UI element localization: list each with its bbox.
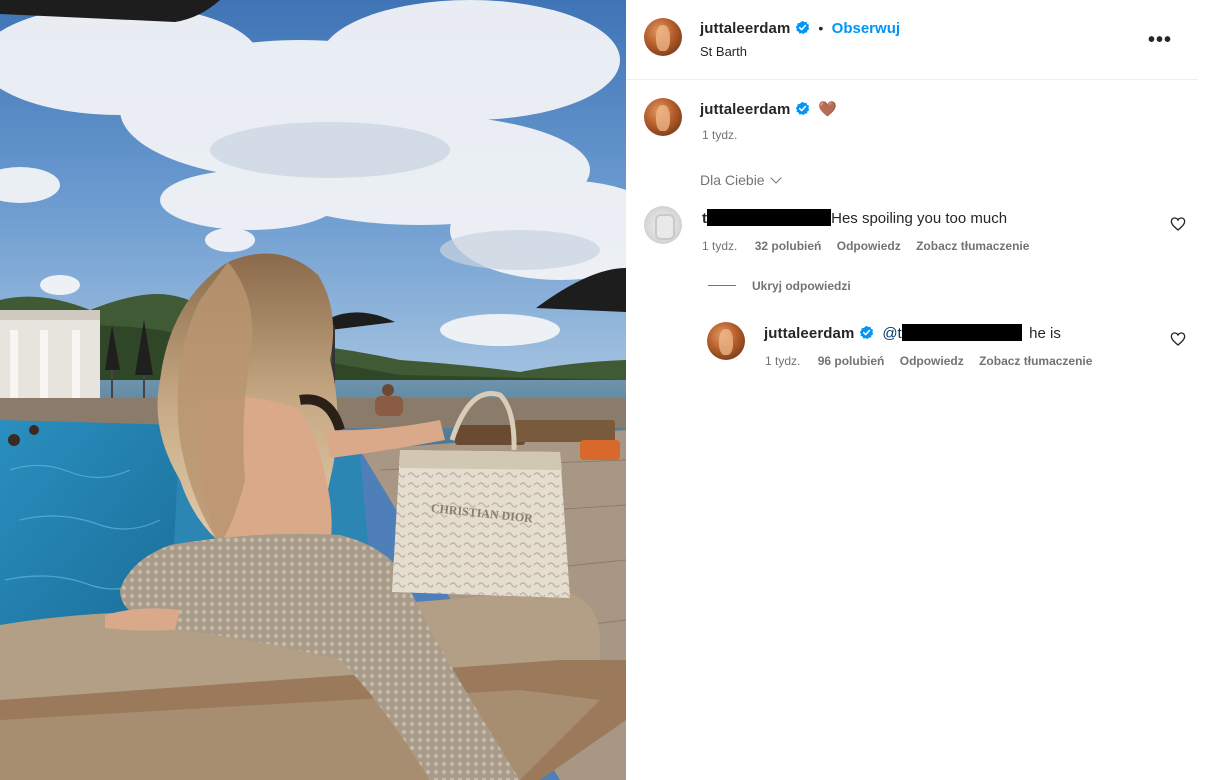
comment-time: 1 tydz. xyxy=(702,239,738,253)
verified-badge-icon xyxy=(859,325,874,340)
panel-gutter xyxy=(1198,0,1216,780)
author-line: juttaleerdam • Obserwuj xyxy=(700,20,900,38)
reply-line: juttaleerdam @t he is xyxy=(764,324,1061,343)
verified-badge-icon xyxy=(795,101,810,116)
post-photo-image: CHRISTIAN DIOR xyxy=(0,0,626,780)
caption-avatar[interactable] xyxy=(644,98,682,136)
reply-time: 1 tydz. xyxy=(765,354,801,368)
comment-sort-label: Dla Ciebie xyxy=(700,172,765,188)
post-side-panel: juttaleerdam • Obserwuj St Barth ••• jut… xyxy=(626,0,1198,780)
comment-likes[interactable]: 32 polubień xyxy=(755,239,822,253)
post-location[interactable]: St Barth xyxy=(700,44,747,59)
caption-text: 🤎 xyxy=(818,101,837,118)
follow-button[interactable]: Obserwuj xyxy=(832,20,900,37)
reply-username[interactable]: juttaleerdam xyxy=(764,325,854,342)
redacted-mention-block xyxy=(901,324,1022,341)
post-header: juttaleerdam • Obserwuj St Barth ••• xyxy=(626,0,1198,80)
separator-dot: • xyxy=(818,20,824,36)
comment-line: t Hes spoiling you too much xyxy=(702,209,1007,228)
hide-replies-line xyxy=(708,285,736,286)
like-reply-heart-icon[interactable] xyxy=(1170,331,1186,347)
reply-mention[interactable]: @t xyxy=(882,325,901,342)
comment-reply-button[interactable]: Odpowiedz xyxy=(837,239,901,253)
commenter-avatar[interactable] xyxy=(644,206,682,244)
comment-text: Hes spoiling you too much xyxy=(831,210,1008,227)
redacted-username-block xyxy=(707,209,832,226)
reply-likes[interactable]: 96 polubień xyxy=(818,354,885,368)
post-photo[interactable]: CHRISTIAN DIOR xyxy=(0,0,626,780)
caption-username[interactable]: juttaleerdam xyxy=(700,101,790,118)
reply-meta: 1 tydz. 96 polubień Odpowiedz Zobacz tłu… xyxy=(765,354,1092,368)
reply-reply-button[interactable]: Odpowiedz xyxy=(900,354,964,368)
comment-sort-dropdown[interactable]: Dla Ciebie xyxy=(700,172,782,188)
like-comment-heart-icon[interactable] xyxy=(1170,216,1186,232)
hide-replies-button[interactable]: Ukryj odpowiedzi xyxy=(708,279,851,293)
caption-line: juttaleerdam 🤎 xyxy=(700,100,837,119)
hide-replies-label: Ukryj odpowiedzi xyxy=(752,279,851,293)
author-username[interactable]: juttaleerdam xyxy=(700,20,790,37)
comment-meta: 1 tydz. 32 polubień Odpowiedz Zobacz tłu… xyxy=(702,239,1029,253)
verified-badge-icon xyxy=(795,20,810,35)
author-avatar[interactable] xyxy=(644,18,682,56)
reply-avatar[interactable] xyxy=(707,322,745,360)
reply-translate-button[interactable]: Zobacz tłumaczenie xyxy=(979,354,1092,368)
reply-text: he is xyxy=(1029,325,1061,342)
more-options-icon[interactable]: ••• xyxy=(1148,28,1172,52)
caption-time: 1 tydz. xyxy=(702,128,738,142)
chevron-down-icon xyxy=(769,172,782,184)
comment-translate-button[interactable]: Zobacz tłumaczenie xyxy=(916,239,1029,253)
